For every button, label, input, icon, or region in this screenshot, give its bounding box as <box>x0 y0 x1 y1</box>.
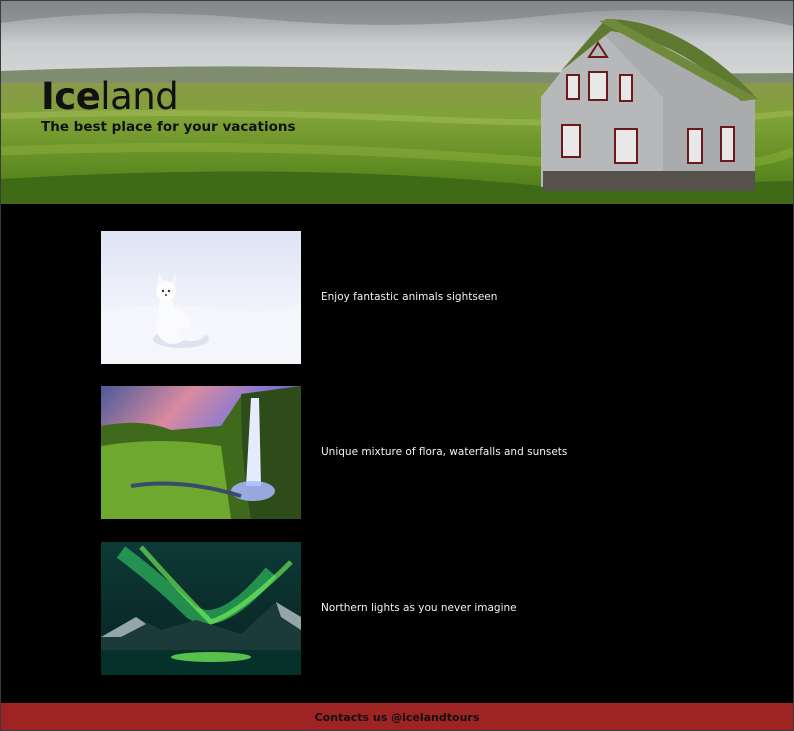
brand-block: Iceland The best place for your vacation… <box>41 75 296 135</box>
arctic-fox-image <box>101 231 301 364</box>
feature-caption: Northern lights as you never imagine <box>321 602 517 614</box>
footer: Contacts us @icelandtours <box>1 703 793 730</box>
waterfall-image <box>101 386 301 519</box>
northern-lights-image <box>101 542 301 675</box>
site-title-bold: Ice <box>41 75 101 118</box>
feature-item-animals: Enjoy fantastic animals sightseen <box>101 231 701 364</box>
feature-item-aurora: Northern lights as you never imagine <box>101 542 701 675</box>
site-subtitle: The best place for your vacations <box>41 119 296 135</box>
hero-banner: Iceland The best place for your vacation… <box>1 1 793 204</box>
footer-contact-text[interactable]: Contacts us @icelandtours <box>315 711 480 724</box>
page: Iceland The best place for your vacation… <box>0 0 794 731</box>
feature-caption: Enjoy fantastic animals sightseen <box>321 291 498 303</box>
site-title-rest: land <box>100 75 179 118</box>
site-title: Iceland <box>41 75 296 119</box>
feature-caption: Unique mixture of flora, waterfalls and … <box>321 446 568 458</box>
feature-item-nature: Unique mixture of flora, waterfalls and … <box>101 386 701 519</box>
